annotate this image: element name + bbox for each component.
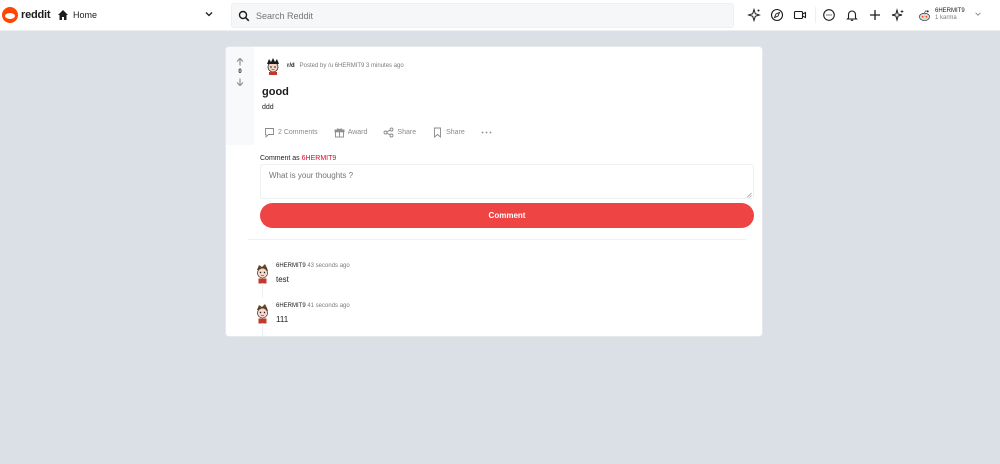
resize-handle-icon[interactable] xyxy=(746,192,752,198)
top-navbar: reddit Home 6HERMIT9 1 karma xyxy=(0,0,1000,31)
create-post-plus-icon[interactable] xyxy=(868,8,882,22)
comment-as-username[interactable]: 6HERMIT9 xyxy=(302,155,337,162)
comment-author[interactable]: 6HERMIT9 xyxy=(276,303,306,309)
user-karma: 1 karma xyxy=(935,15,957,21)
downvote-arrow-icon[interactable] xyxy=(235,77,245,87)
comment-textarea[interactable] xyxy=(260,164,754,199)
chevron-down-icon xyxy=(975,12,981,16)
search-bar[interactable] xyxy=(231,3,734,28)
home-dropdown[interactable]: Home xyxy=(57,4,220,26)
popular-icon[interactable] xyxy=(747,8,761,22)
comment-as-prefix: Comment as xyxy=(260,155,300,162)
comment-header: 6HERMIT9 41 seconds ago xyxy=(276,303,350,309)
user-avatar-icon xyxy=(919,9,930,21)
upvote-arrow-icon[interactable] xyxy=(235,57,245,67)
vote-column: 0 xyxy=(226,47,254,145)
user-name: 6HERMIT9 xyxy=(935,8,965,14)
comment-thread-line xyxy=(262,323,263,336)
search-icon xyxy=(238,10,250,21)
search-input[interactable] xyxy=(256,10,696,21)
explore-icon[interactable] xyxy=(770,8,784,22)
subreddit-avatar-icon[interactable] xyxy=(263,56,283,76)
comments-count: 2 Comments xyxy=(278,128,318,136)
chat-icon[interactable] xyxy=(822,8,836,22)
comment-avatar-icon[interactable] xyxy=(254,263,271,285)
post-body: ddd xyxy=(262,104,274,111)
home-label: Home xyxy=(73,10,98,20)
comment-text: test xyxy=(276,275,289,284)
bookmark-share-label: Share xyxy=(446,128,465,136)
user-info: 6HERMIT9 1 karma xyxy=(935,8,965,22)
gift-icon xyxy=(334,127,345,137)
home-icon xyxy=(58,10,68,20)
comments-divider xyxy=(248,239,746,240)
comment-as-label: Comment as 6HERMIT9 xyxy=(260,155,336,162)
comment-avatar-icon[interactable] xyxy=(254,303,271,325)
post-meta: r/d Posted by /u 6HERMIT9 3 minutes ago xyxy=(263,56,404,76)
advertise-sparkle-icon[interactable] xyxy=(891,8,905,22)
share-nodes-icon xyxy=(383,127,394,137)
save-share-button[interactable]: Share xyxy=(432,127,465,138)
comment-thread-line xyxy=(262,283,263,298)
post-title: good xyxy=(262,86,289,98)
reddit-logo[interactable]: reddit xyxy=(2,7,51,23)
comment-author[interactable]: 6HERMIT9 xyxy=(276,263,306,269)
subreddit-name[interactable]: r/d xyxy=(287,63,295,69)
more-dots-icon xyxy=(481,131,492,133)
chevron-down-icon xyxy=(205,12,213,17)
bookmark-icon xyxy=(434,127,442,138)
vote-score: 0 xyxy=(238,69,242,75)
post-actions: 2 Comments Award Share Share xyxy=(264,125,511,139)
share-label: Share xyxy=(397,128,417,136)
award-label: Award xyxy=(347,128,368,136)
comment-submit-button[interactable]: Comment xyxy=(260,203,754,228)
share-button[interactable]: Share xyxy=(383,127,416,138)
comment-time: 41 seconds ago xyxy=(307,303,350,309)
comment-text: 111 xyxy=(276,315,289,324)
more-options-button[interactable] xyxy=(481,127,495,138)
post-card: 0 r/d Posted by /u 6HERMIT9 3 minutes ag… xyxy=(225,46,763,337)
comment-time: 43 seconds ago xyxy=(307,263,350,269)
reddit-logo-text: reddit xyxy=(21,9,51,21)
notification-bell-icon[interactable] xyxy=(845,8,859,22)
comment-header: 6HERMIT9 43 seconds ago xyxy=(276,263,350,269)
award-button[interactable]: Award xyxy=(334,127,368,138)
comment-icon xyxy=(265,127,274,138)
reddit-logo-icon xyxy=(2,7,18,23)
video-icon[interactable] xyxy=(793,8,807,22)
header-divider xyxy=(815,7,816,23)
user-menu[interactable]: 6HERMIT9 1 karma xyxy=(918,4,992,26)
comments-button[interactable]: 2 Comments xyxy=(264,127,318,138)
posted-by: Posted by /u 6HERMIT9 3 minutes ago xyxy=(299,63,404,69)
